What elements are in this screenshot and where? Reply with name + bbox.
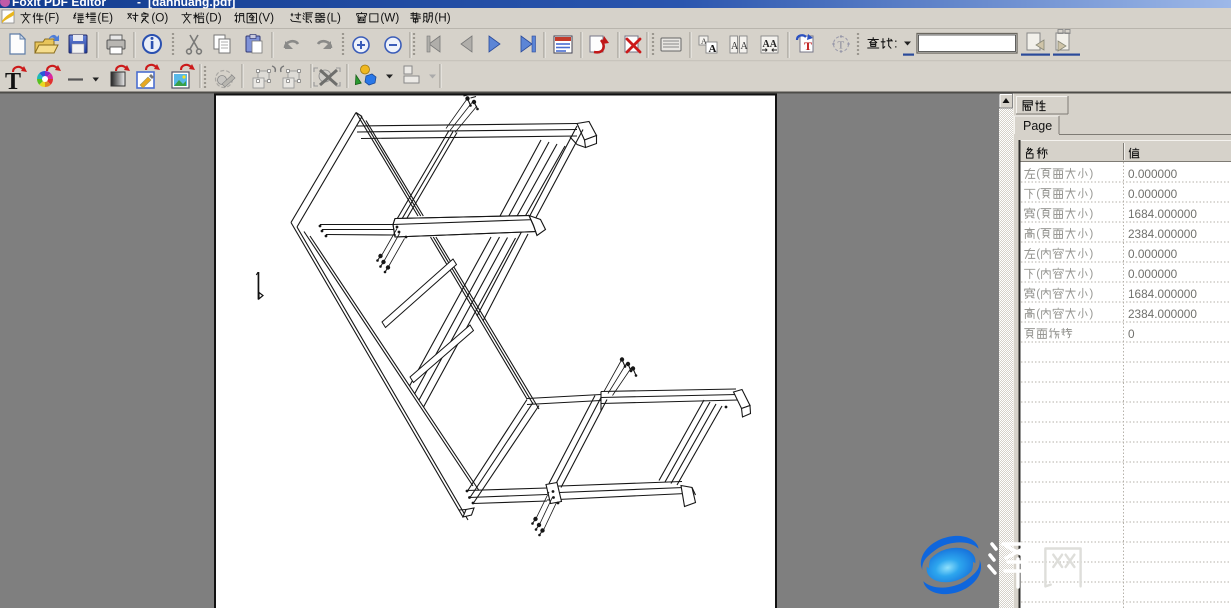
svg-text:[danhuang.pdf]: [danhuang.pdf] (148, 0, 235, 9)
svg-text:(D): (D) (205, 12, 221, 25)
svg-text:): ) (1089, 306, 1093, 320)
svg-text:Foxit PDF Editor: Foxit PDF Editor (12, 0, 106, 9)
svg-text:(O): (O) (151, 12, 168, 25)
svg-text:): ) (1089, 166, 1093, 180)
svg-text:T: T (5, 69, 21, 95)
svg-text:1684.000000: 1684.000000 (1128, 207, 1197, 221)
svg-text:): ) (1089, 226, 1093, 240)
svg-text:T: T (838, 40, 845, 52)
svg-text:(: ( (1036, 286, 1040, 300)
svg-text:1684.000000: 1684.000000 (1128, 287, 1197, 301)
svg-text:): ) (1089, 286, 1093, 300)
svg-text:0.000000: 0.000000 (1128, 267, 1178, 281)
svg-text:(: ( (1036, 266, 1040, 280)
svg-text:-: - (137, 0, 141, 9)
svg-text:(: ( (1036, 226, 1040, 240)
svg-text:0.000000: 0.000000 (1128, 247, 1178, 261)
svg-text:(V): (V) (258, 12, 274, 25)
svg-text:AA: AA (763, 39, 778, 50)
svg-text:(: ( (1036, 206, 1040, 220)
svg-text:0.000000: 0.000000 (1128, 167, 1178, 181)
svg-text:(F): (F) (44, 12, 59, 25)
svg-text:T: T (804, 39, 812, 53)
svg-text:(E): (E) (97, 12, 113, 25)
svg-text:(: ( (1036, 166, 1040, 180)
svg-text::: : (894, 36, 898, 51)
svg-text:): ) (1089, 246, 1093, 260)
svg-text:): ) (1089, 266, 1093, 280)
svg-text:(W): (W) (380, 12, 399, 25)
svg-text:(H): (H) (434, 12, 450, 25)
svg-text:Page: Page (1023, 119, 1052, 133)
svg-text:A: A (731, 41, 739, 52)
svg-text:(: ( (1036, 246, 1040, 260)
svg-text:2384.000000: 2384.000000 (1128, 307, 1197, 321)
svg-text:): ) (1089, 186, 1093, 200)
svg-text:(: ( (1036, 186, 1040, 200)
svg-text:A: A (741, 41, 749, 52)
svg-text:A: A (709, 43, 717, 55)
svg-text:): ) (1089, 206, 1093, 220)
svg-text:2384.000000: 2384.000000 (1128, 227, 1197, 241)
svg-text:0: 0 (1128, 327, 1135, 341)
svg-text:0.000000: 0.000000 (1128, 187, 1178, 201)
svg-text:(L): (L) (327, 12, 341, 25)
svg-text:(: ( (1036, 306, 1040, 320)
